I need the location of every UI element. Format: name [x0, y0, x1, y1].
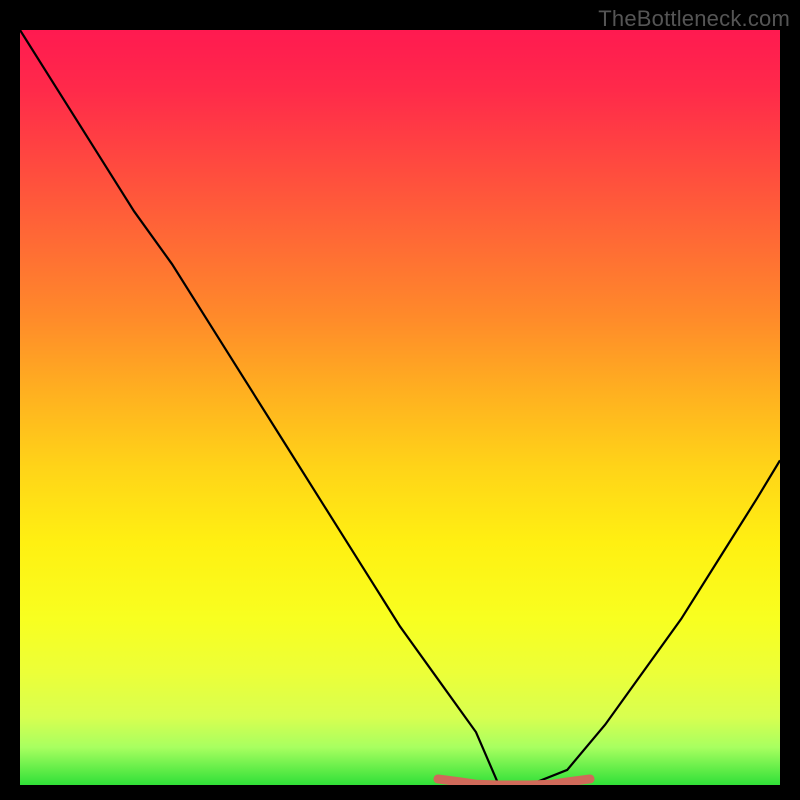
plot-area	[20, 30, 780, 785]
curve-svg	[20, 30, 780, 785]
chart-container: TheBottleneck.com	[0, 0, 800, 800]
bottleneck-curve	[20, 30, 780, 785]
watermark-text: TheBottleneck.com	[598, 6, 790, 32]
acceptable-range	[438, 779, 590, 785]
